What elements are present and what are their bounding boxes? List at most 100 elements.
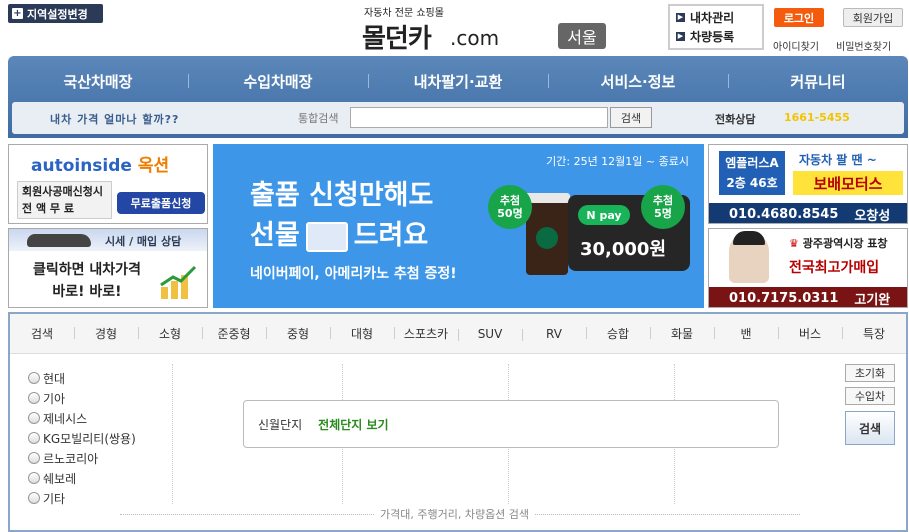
find-id-link[interactable]: 아이디찾기 <box>773 38 819 53</box>
complex-label: 신월단지 <box>258 417 303 432</box>
crown-icon: ♛ <box>789 237 799 250</box>
nav-item-service[interactable]: 서비스·정보 <box>548 71 728 92</box>
bobae-motors-banner[interactable]: 엠플러스A 2층 46호 자동차 팔 땐 ~ 보배모터스 010.4680.85… <box>708 144 908 224</box>
tab-compact[interactable]: 소형 <box>138 325 202 342</box>
radio-icon[interactable] <box>28 472 40 484</box>
promo-gift-word: 선물 <box>250 220 300 251</box>
region-change-button[interactable]: + 지역설정변경 <box>8 4 103 23</box>
panel-search-button[interactable]: 검색 <box>845 411 895 445</box>
tab-rv[interactable]: RV <box>522 327 586 341</box>
promo-subheadline: 선물 드려요 <box>250 213 428 252</box>
draw-badge-5: 추첨 5명 <box>641 185 685 229</box>
imported-car-button[interactable]: 수입차 <box>845 387 895 405</box>
tab-midsize[interactable]: 중형 <box>266 325 330 342</box>
bobae-phone: 010.4680.8545 <box>729 206 839 222</box>
nav-menu: 국산차매장 수입차매장 내차팔기·교환 서비스·정보 커뮤니티 <box>8 56 908 106</box>
brand-option[interactable]: 쉐보레 <box>28 468 136 488</box>
nav-item-community[interactable]: 커뮤니티 <box>728 71 908 92</box>
brand-option[interactable]: 제네시스 <box>28 408 136 428</box>
gwangju-contact: 010.7175.0311 고기완 <box>709 287 907 308</box>
radio-icon[interactable] <box>28 432 40 444</box>
join-button[interactable]: 회원가입 <box>843 8 903 27</box>
best-price-text: 전국최고가매입 <box>789 260 880 276</box>
search-input[interactable] <box>350 107 608 128</box>
free-notice: 회원사공매신청시 전 액 무 료 <box>17 181 112 219</box>
tab-search[interactable]: 검색 <box>10 325 74 342</box>
reset-button[interactable]: 초기화 <box>845 364 895 382</box>
tab-suv[interactable]: SUV <box>458 327 522 341</box>
site-logo[interactable]: 자동차 전문 쇼핑몰 몰던카 .com <box>362 4 548 54</box>
tab-special[interactable]: 특장 <box>842 325 906 342</box>
price-check-line2: 바로! 바로! <box>52 284 122 300</box>
my-car-manage-label: 내차관리 <box>690 11 735 25</box>
price-check-header: 시세 / 매입 상담 <box>9 229 207 251</box>
tab-light[interactable]: 경형 <box>74 325 138 342</box>
price-check-title: 시세 / 매입 상담 <box>105 235 182 248</box>
draw-badge-count: 5명 <box>654 207 672 220</box>
brand-option[interactable]: 기아 <box>28 388 136 408</box>
radio-icon[interactable] <box>28 492 40 504</box>
price-slogan[interactable]: 내차 가격 얼마나 할까?? <box>50 111 179 127</box>
tab-fullsize[interactable]: 대형 <box>330 325 394 342</box>
car-search-panel: 검색 경형 소형 준중형 중형 대형 스포츠카 SUV RV 승합 화물 밴 버… <box>8 312 908 532</box>
login-button[interactable]: 로그인 <box>774 8 824 27</box>
free-apply-button[interactable]: 무료출품신청 <box>117 192 205 214</box>
brand-label: KG모빌리티(쌍용) <box>43 431 136 446</box>
radio-icon[interactable] <box>28 392 40 404</box>
tab-bus[interactable]: 버스 <box>778 325 842 342</box>
all-complex-link[interactable]: 전체단지 보기 <box>318 416 388 433</box>
bar-chart-icon <box>160 265 197 299</box>
radio-icon[interactable] <box>28 372 40 384</box>
phone-number: 1661-5455 <box>784 111 850 124</box>
dealer-photo <box>729 231 769 283</box>
award-label: 표창 <box>867 237 888 250</box>
gwangju-person: 고기완 <box>854 292 891 308</box>
tab-van[interactable]: 밴 <box>714 325 778 342</box>
bobae-contact: 010.4680.8545 오창성 <box>709 203 907 223</box>
radio-icon[interactable] <box>28 412 40 424</box>
award-org: 광주광역시장 <box>802 237 864 250</box>
logo-tagline: 자동차 전문 쇼핑몰 <box>364 8 444 19</box>
coffee-cup-icon <box>524 193 570 275</box>
logo-name: 몰던카 <box>362 24 432 54</box>
promo-give-word: 드려요 <box>353 220 429 251</box>
npay-logo: N pay <box>578 205 630 225</box>
nav-item-imported[interactable]: 수입차매장 <box>188 71 368 92</box>
free-notice-line1: 회원사공매신청시 <box>22 185 103 198</box>
nav-item-sell-car[interactable]: 내차팔기·교환 <box>368 71 548 92</box>
promo-period: 기간: 25년 12월1일 ~ 종료시 <box>546 155 689 168</box>
brand-option[interactable]: KG모빌리티(쌍용) <box>28 428 136 448</box>
tab-truck[interactable]: 화물 <box>650 325 714 342</box>
emplace-badge: 엠플러스A 2층 46호 <box>719 151 785 195</box>
tab-semi-midsize[interactable]: 준중형 <box>202 325 266 342</box>
region-badge[interactable]: 서울 <box>558 23 606 49</box>
logo-domain: .com <box>450 26 500 50</box>
promo-banner[interactable]: 기간: 25년 12월1일 ~ 종료시 출품 신청만해도 선물 드려요 네이버페이… <box>213 144 704 308</box>
nav-item-domestic[interactable]: 국산차매장 <box>8 71 188 92</box>
gift-box-icon <box>305 221 348 252</box>
tab-van-passenger[interactable]: 승합 <box>586 325 650 342</box>
region-change-label: 지역설정변경 <box>27 7 88 21</box>
price-check-banner[interactable]: 시세 / 매입 상담 클릭하면 내차가격 바로! 바로! <box>8 228 208 308</box>
gwangju-phone: 010.7175.0311 <box>729 290 839 306</box>
find-password-link[interactable]: 비밀번호찾기 <box>836 38 891 53</box>
emplace-floor: 2층 46호 <box>726 176 778 190</box>
gwangju-dealer-banner[interactable]: ♛ 광주광역시장 표창 전국최고가매입 010.7175.0311 고기완 <box>708 228 908 308</box>
search-button[interactable]: 검색 <box>610 107 652 128</box>
search-bar: 내차 가격 얼마나 할까?? 통합검색 검색 전화상담 1661-5455 <box>12 102 904 134</box>
my-car-manage-link[interactable]: ▶ 내차관리 <box>676 8 756 27</box>
car-register-label: 차량등록 <box>690 30 735 44</box>
brand-option[interactable]: 르노코리아 <box>28 448 136 468</box>
brand-label: 기아 <box>43 391 66 406</box>
brand-label: 기타 <box>43 491 66 506</box>
brand-option[interactable]: 기타 <box>28 488 136 508</box>
bobae-tagline: 자동차 팔 땐 ~ <box>799 153 877 167</box>
radio-icon[interactable] <box>28 452 40 464</box>
autoinside-banner[interactable]: autoinside 옥션 회원사공매신청시 전 액 무 료 무료출품신청 <box>8 144 208 224</box>
brand-option[interactable]: 현대 <box>28 368 136 388</box>
advanced-search-link[interactable]: 가격대, 주행거리, 차량옵션 검색 <box>374 506 536 522</box>
tab-sportscar[interactable]: 스포츠카 <box>394 325 458 342</box>
car-register-link[interactable]: ▶ 차량등록 <box>676 27 756 46</box>
draw-badge-label: 추첨 <box>652 194 674 207</box>
arrow-right-icon: ▶ <box>676 32 685 41</box>
